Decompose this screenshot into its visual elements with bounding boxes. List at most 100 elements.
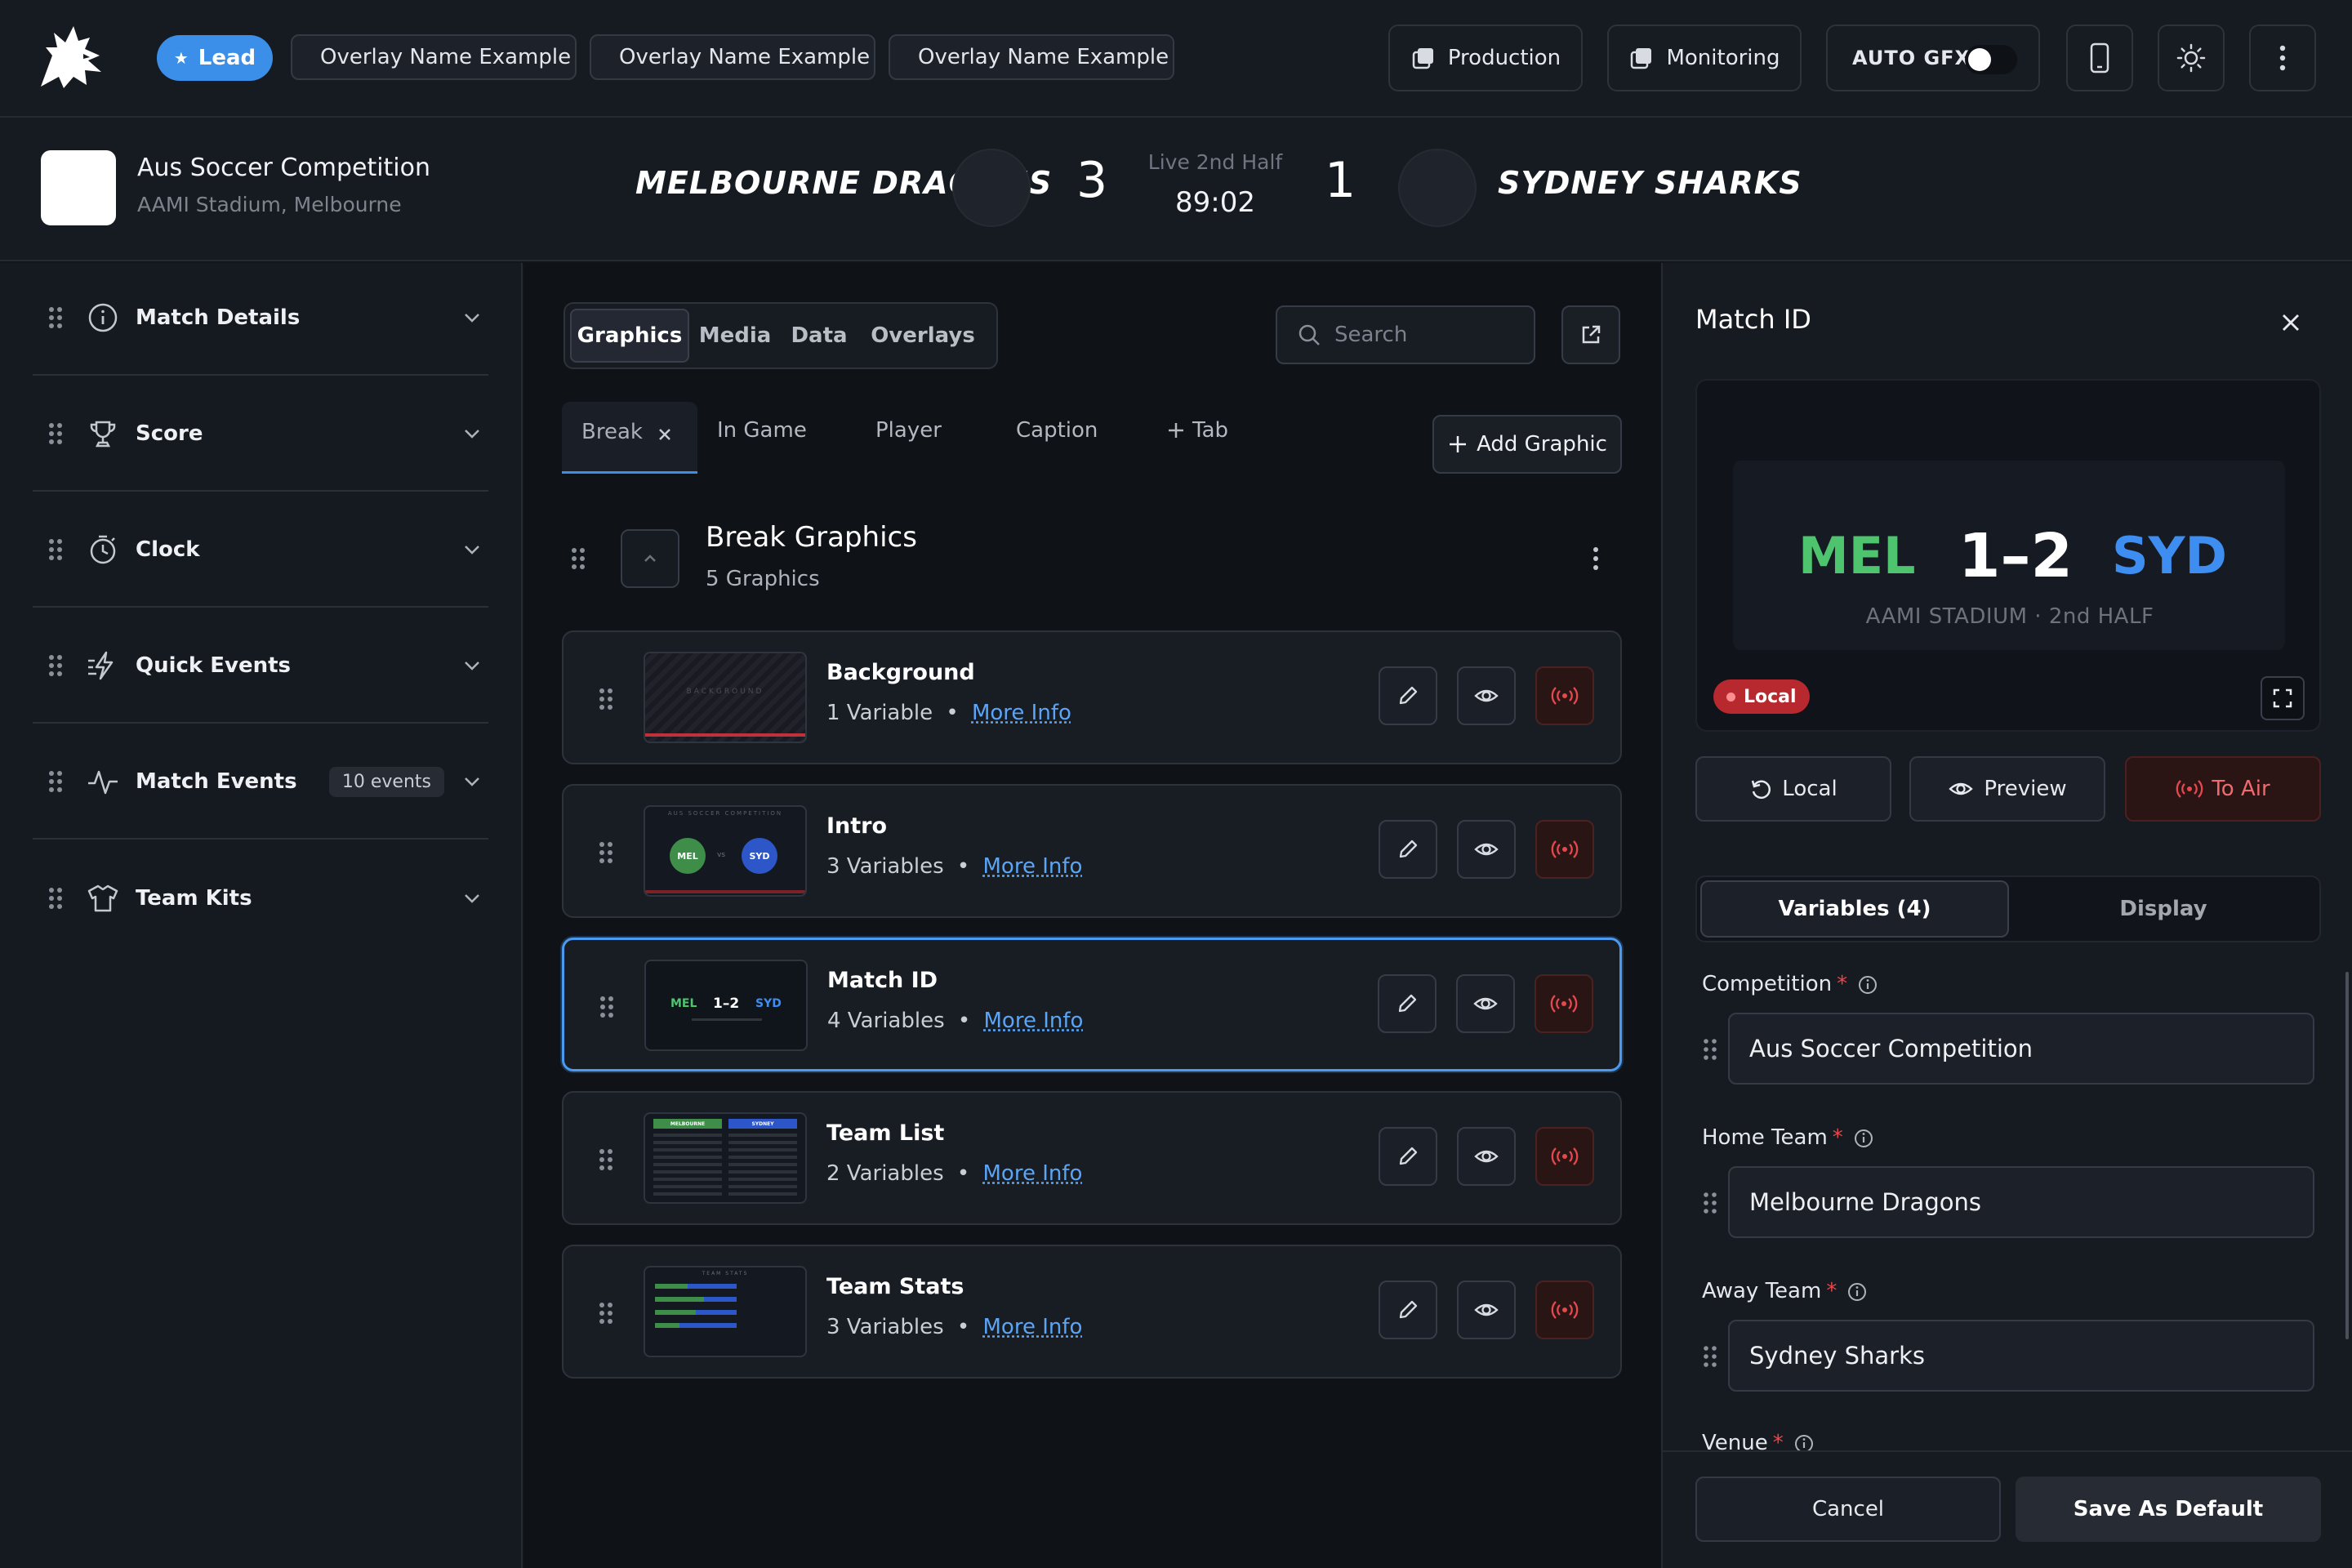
toggle-switch[interactable]: [1965, 45, 2017, 74]
info-icon[interactable]: [1793, 1433, 1815, 1451]
drag-handle-icon[interactable]: [47, 885, 64, 911]
wolf-logo-icon[interactable]: [36, 23, 108, 91]
edit-button[interactable]: [1379, 666, 1437, 725]
away-team-input[interactable]: Sydney Sharks: [1728, 1320, 2314, 1392]
more-info-link[interactable]: More Info: [983, 854, 1083, 879]
add-graphic-button[interactable]: Add Graphic: [1432, 415, 1622, 474]
preview-action-button[interactable]: Preview: [1909, 756, 2105, 822]
drag-handle-icon[interactable]: [570, 546, 586, 572]
segment-data[interactable]: Data: [781, 309, 858, 363]
edit-button[interactable]: [1379, 1281, 1437, 1339]
graphic-card-selected[interactable]: MEL 1–2 SYD Match ID 4 Variables • More …: [562, 938, 1622, 1071]
to-air-button[interactable]: [1535, 820, 1594, 879]
mobile-view-button[interactable]: [2066, 24, 2133, 91]
home-team-field-label: Home Team *: [1702, 1125, 1874, 1150]
info-icon[interactable]: [1846, 1281, 1868, 1303]
segment-graphics[interactable]: Graphics: [570, 309, 689, 363]
save-as-default-button[interactable]: Save As Default: [2016, 1477, 2321, 1542]
preview-button[interactable]: [1457, 1127, 1516, 1186]
chevron-down-icon[interactable]: [461, 887, 483, 910]
cancel-button[interactable]: Cancel: [1695, 1477, 2001, 1542]
drag-handle-icon[interactable]: [1702, 1191, 1718, 1215]
status-dot-icon: [1726, 692, 1735, 702]
drag-handle-icon[interactable]: [598, 840, 614, 866]
tab-display[interactable]: Display: [2009, 880, 2318, 938]
chevron-down-icon[interactable]: [461, 654, 483, 677]
collapse-group-button[interactable]: [621, 529, 679, 588]
drag-handle-icon[interactable]: [47, 768, 64, 795]
sidebar-item-clock[interactable]: Clock: [33, 493, 488, 608]
sidebar-item-score[interactable]: Score: [33, 377, 488, 492]
drag-handle-icon[interactable]: [598, 1147, 614, 1173]
fullscreen-button[interactable]: [2261, 676, 2305, 720]
graphic-card[interactable]: MELBOURNE SYDNEY Team List 2 Variables •…: [562, 1091, 1622, 1225]
close-icon[interactable]: [2278, 310, 2303, 335]
more-info-link[interactable]: More Info: [972, 701, 1071, 725]
sidebar-item-quick-events[interactable]: Quick Events: [33, 609, 488, 724]
drag-handle-icon[interactable]: [47, 653, 64, 679]
sidebar-item-match-details[interactable]: Match Details: [33, 261, 488, 376]
edit-button[interactable]: [1379, 820, 1437, 879]
edit-button[interactable]: [1379, 1127, 1437, 1186]
phone-icon: [2090, 42, 2109, 74]
drag-handle-icon[interactable]: [47, 421, 64, 447]
to-air-button[interactable]: [1535, 974, 1593, 1033]
sidebar-item-team-kits[interactable]: Team Kits: [33, 841, 488, 956]
drag-handle-icon[interactable]: [598, 1300, 614, 1326]
to-air-action-button[interactable]: To Air: [2125, 756, 2321, 822]
add-tab-button[interactable]: Tab: [1166, 418, 1228, 443]
search-input[interactable]: Search: [1276, 305, 1535, 364]
more-info-link[interactable]: More Info: [983, 1161, 1083, 1186]
more-info-link[interactable]: More Info: [984, 1009, 1084, 1033]
drag-handle-icon[interactable]: [1702, 1344, 1718, 1369]
required-marker: *: [1772, 1431, 1784, 1450]
tab-in-game[interactable]: In Game: [717, 418, 807, 443]
preview-button[interactable]: [1457, 1281, 1516, 1339]
to-air-button[interactable]: [1535, 1127, 1594, 1186]
home-team-input[interactable]: Melbourne Dragons: [1728, 1166, 2314, 1238]
overlay-chip[interactable]: Overlay Name Example: [291, 34, 577, 80]
lead-badge[interactable]: ★ Lead: [157, 35, 273, 81]
drag-handle-icon[interactable]: [599, 994, 615, 1020]
group-menu-icon[interactable]: [1592, 546, 1599, 572]
more-menu-button[interactable]: [2249, 24, 2316, 91]
panel-scrollbar[interactable]: [2345, 972, 2349, 1339]
info-icon[interactable]: [1857, 974, 1878, 996]
close-icon[interactable]: [657, 426, 673, 443]
monitoring-button[interactable]: Monitoring: [1607, 24, 1802, 91]
open-external-button[interactable]: [1561, 305, 1620, 364]
overlay-chip[interactable]: Overlay Name Example: [889, 34, 1174, 80]
auto-gfx-toggle[interactable]: AUTO GFX: [1826, 24, 2040, 91]
segment-overlays[interactable]: Overlays: [858, 309, 988, 363]
edit-button[interactable]: [1378, 974, 1437, 1033]
tab-caption[interactable]: Caption: [1016, 418, 1098, 443]
graphic-card[interactable]: AUS SOCCER COMPETITION MEL vs SYD Intro …: [562, 784, 1622, 918]
preview-button[interactable]: [1456, 974, 1515, 1033]
drag-handle-icon[interactable]: [47, 537, 64, 563]
production-button[interactable]: Production: [1388, 24, 1583, 91]
segment-media[interactable]: Media: [689, 309, 781, 363]
theme-button[interactable]: [2158, 24, 2225, 91]
preview-button[interactable]: [1457, 820, 1516, 879]
drag-handle-icon[interactable]: [47, 305, 64, 331]
info-icon[interactable]: [1853, 1128, 1874, 1149]
local-button[interactable]: Local: [1695, 756, 1891, 822]
drag-handle-icon[interactable]: [598, 686, 614, 712]
to-air-button[interactable]: [1535, 1281, 1594, 1339]
overlay-chip[interactable]: Overlay Name Example: [590, 34, 875, 80]
chevron-down-icon[interactable]: [461, 306, 483, 329]
tab-variables[interactable]: Variables (4): [1700, 880, 2009, 938]
more-info-link[interactable]: More Info: [983, 1315, 1083, 1339]
tab-player[interactable]: Player: [875, 418, 942, 443]
chevron-down-icon[interactable]: [461, 538, 483, 561]
sidebar-item-match-events[interactable]: Match Events 10 events: [33, 725, 488, 840]
tab-break[interactable]: Break: [562, 402, 697, 474]
graphic-card[interactable]: TEAM STATS Team Stats 3 Variables • More…: [562, 1245, 1622, 1379]
graphic-card[interactable]: BACKGROUND Background 1 Variable • More …: [562, 630, 1622, 764]
drag-handle-icon[interactable]: [1702, 1037, 1718, 1062]
to-air-button[interactable]: [1535, 666, 1594, 725]
chevron-down-icon[interactable]: [461, 422, 483, 445]
preview-button[interactable]: [1457, 666, 1516, 725]
chevron-down-icon[interactable]: [461, 770, 483, 793]
competition-input[interactable]: Aus Soccer Competition: [1728, 1013, 2314, 1085]
